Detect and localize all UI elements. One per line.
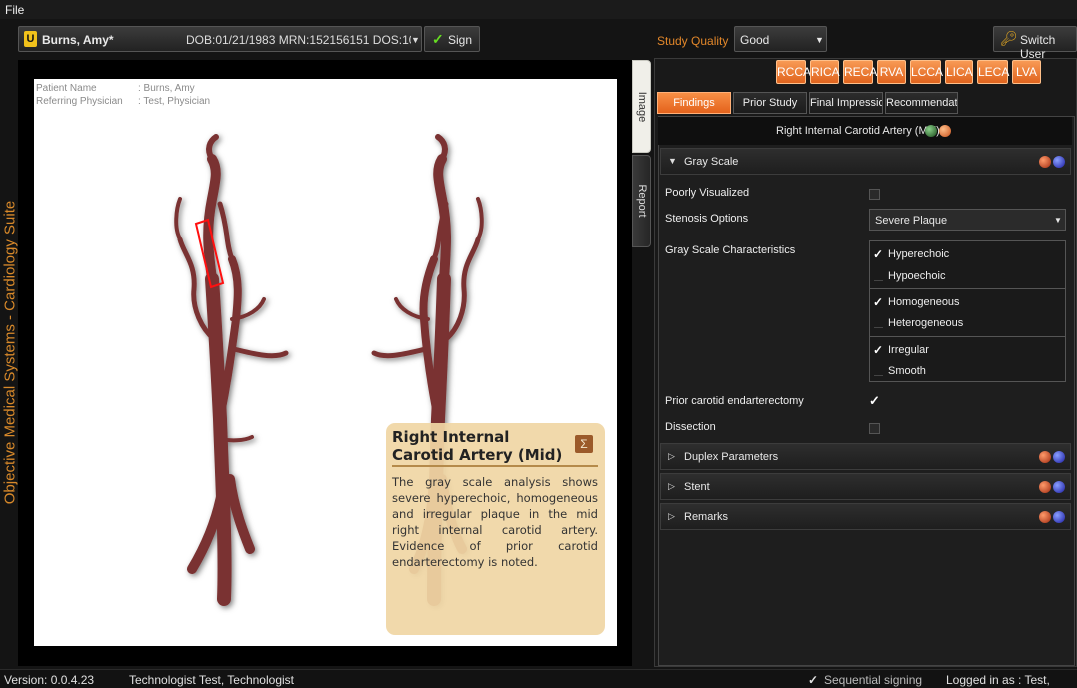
tab-prior-study[interactable]: Prior Study bbox=[733, 92, 807, 114]
tooltip-divider bbox=[392, 465, 598, 467]
status-blue-dot[interactable] bbox=[1053, 451, 1065, 463]
option-hypoechoic[interactable]: Hypoechoic bbox=[888, 270, 945, 282]
list-divider bbox=[870, 288, 1065, 289]
sigma-icon[interactable]: Σ bbox=[575, 435, 593, 453]
triangle-right-icon: ▷ bbox=[668, 481, 675, 491]
triangle-right-icon: ▷ bbox=[668, 511, 675, 521]
checkmark-icon: ✓ bbox=[432, 31, 444, 47]
poorly-visualized-label: Poorly Visualized bbox=[665, 187, 750, 199]
artery-button-reca[interactable]: RECA bbox=[843, 60, 877, 84]
status-green-dot[interactable] bbox=[925, 125, 937, 137]
option-homogeneous[interactable]: Homogeneous bbox=[888, 296, 960, 308]
tab-recommendation[interactable]: Recommendation bbox=[885, 92, 958, 114]
artery-button-rva[interactable]: RVA bbox=[877, 60, 906, 84]
tab-image[interactable]: Image bbox=[632, 60, 651, 153]
side-brand-label: Objective Medical Systems - Cardiology S… bbox=[0, 19, 19, 669]
status-blue-dot[interactable] bbox=[1053, 156, 1065, 168]
tab-report-label: Report bbox=[635, 184, 648, 218]
artery-button-rica[interactable]: RICA bbox=[810, 60, 840, 84]
status-red-dot[interactable] bbox=[1039, 511, 1051, 523]
tooltip-title: Right Internal Carotid Artery (Mid) bbox=[392, 428, 563, 464]
menu-bar: File bbox=[0, 0, 1077, 19]
artery-button-leca[interactable]: LECA bbox=[977, 60, 1009, 84]
option-checkbox[interactable] bbox=[874, 272, 883, 281]
status-blue-dot[interactable] bbox=[1053, 481, 1065, 493]
patient-selector[interactable]: U Burns, Amy* DOB:01/21/1983 MRN:1521561… bbox=[18, 26, 422, 52]
option-checkbox[interactable] bbox=[874, 367, 883, 376]
tab-final-impression[interactable]: Final Impression bbox=[809, 92, 883, 114]
sign-label: Sign bbox=[448, 33, 473, 47]
option-hyperechoic[interactable]: Hyperechoic bbox=[888, 248, 949, 260]
sign-button[interactable]: ✓ Sign bbox=[424, 26, 480, 52]
triangle-right-icon: ▷ bbox=[668, 451, 675, 461]
patient-icon: U bbox=[24, 31, 37, 47]
tooltip-body: The gray scale analysis shows severe hyp… bbox=[392, 475, 598, 569]
option-irregular[interactable]: Irregular bbox=[888, 344, 929, 356]
chevron-down-icon: ▼ bbox=[815, 35, 824, 45]
stenosis-value: Severe Plaque bbox=[875, 215, 948, 227]
status-red-dot[interactable] bbox=[1039, 451, 1051, 463]
brand-text: Objective Medical Systems - Cardiology S… bbox=[1, 200, 19, 505]
artery-button-lcca[interactable]: LCCA bbox=[910, 60, 943, 84]
switch-user-label: Switch User bbox=[1020, 33, 1056, 61]
option-smooth[interactable]: Smooth bbox=[888, 365, 926, 377]
status-orange-dot[interactable] bbox=[939, 125, 951, 137]
status-red-dot[interactable] bbox=[1039, 156, 1051, 168]
remarks-label: Remarks bbox=[684, 511, 729, 523]
right-carotid-tree bbox=[174, 134, 289, 606]
study-quality-select[interactable]: Good ▼ bbox=[734, 26, 827, 52]
menu-file[interactable]: File bbox=[5, 3, 24, 17]
chevron-down-icon: ▼ bbox=[1054, 216, 1062, 225]
option-checkbox[interactable] bbox=[874, 319, 883, 328]
tab-findings[interactable]: Findings bbox=[657, 92, 731, 114]
prior-endarterectomy-label: Prior carotid endarterectomy bbox=[665, 395, 804, 407]
artery-button-lva[interactable]: LVA bbox=[1012, 60, 1041, 84]
stenosis-options-label: Stenosis Options bbox=[665, 213, 749, 225]
patient-info: DOB:01/21/1983 MRN:152156151 DOS:10/25/2… bbox=[186, 33, 411, 47]
list-divider bbox=[870, 336, 1065, 337]
gray-scale-section-header[interactable]: ▼ Gray Scale bbox=[660, 148, 1071, 175]
remarks-section-header[interactable]: ▷ Remarks bbox=[660, 503, 1071, 530]
duplex-parameters-label: Duplex Parameters bbox=[684, 451, 779, 463]
tab-image-label: Image bbox=[635, 91, 648, 122]
checkmark-icon[interactable]: ✓ bbox=[873, 343, 883, 357]
study-quality-label: Study Quality bbox=[657, 34, 729, 48]
stent-label: Stent bbox=[684, 481, 710, 493]
gray-scale-characteristics-list bbox=[869, 240, 1066, 382]
chevron-down-icon: ▼ bbox=[668, 156, 677, 166]
artery-button-lica[interactable]: LICA bbox=[945, 60, 973, 84]
checkmark-icon[interactable]: ✓ bbox=[808, 673, 818, 687]
checkmark-icon[interactable]: ✓ bbox=[873, 247, 883, 261]
gray-scale-label: Gray Scale bbox=[684, 156, 739, 168]
option-heterogeneous[interactable]: Heterogeneous bbox=[888, 317, 963, 329]
artery-button-rcca[interactable]: RCCA bbox=[776, 60, 811, 84]
prior-endarterectomy-checkbox[interactable]: ✓ bbox=[869, 393, 880, 409]
duplex-parameters-section-header[interactable]: ▷ Duplex Parameters bbox=[660, 443, 1071, 470]
switch-user-button[interactable]: 🔑︎ Switch User bbox=[993, 26, 1077, 61]
artery-title-text: Right Internal Carotid Artery (Mid) bbox=[776, 125, 940, 137]
logged-in-text: Logged in as : Test, Physician bbox=[946, 673, 1050, 688]
status-blue-dot[interactable] bbox=[1053, 511, 1065, 523]
gray-scale-characteristics-label: Gray Scale Characteristics bbox=[665, 244, 796, 256]
finding-tooltip: Right Internal Carotid Artery (Mid) Σ Th… bbox=[386, 423, 605, 635]
patient-name: Burns, Amy* bbox=[42, 33, 114, 47]
stent-section-header[interactable]: ▷ Stent bbox=[660, 473, 1071, 500]
dissection-label: Dissection bbox=[665, 421, 716, 433]
dissection-checkbox[interactable] bbox=[869, 423, 880, 434]
study-quality-value: Good bbox=[740, 33, 770, 47]
status-bar: Version: 0.0.4.23 Technologist Test, Tec… bbox=[0, 669, 1077, 688]
poorly-visualized-checkbox[interactable] bbox=[869, 189, 880, 200]
key-icon: 🔑︎ bbox=[1000, 30, 1018, 46]
tab-report[interactable]: Report bbox=[632, 155, 651, 247]
status-red-dot[interactable] bbox=[1039, 481, 1051, 493]
version-text: Version: 0.0.4.23 bbox=[4, 673, 95, 687]
stenosis-options-select[interactable]: Severe Plaque ▼ bbox=[869, 209, 1066, 231]
checkmark-icon[interactable]: ✓ bbox=[873, 295, 883, 309]
technologist-text: Technologist Test, Technologist bbox=[129, 673, 294, 687]
chevron-down-icon: ▼ bbox=[411, 35, 420, 45]
sequential-signing-text[interactable]: Sequential signing bbox=[824, 673, 922, 687]
